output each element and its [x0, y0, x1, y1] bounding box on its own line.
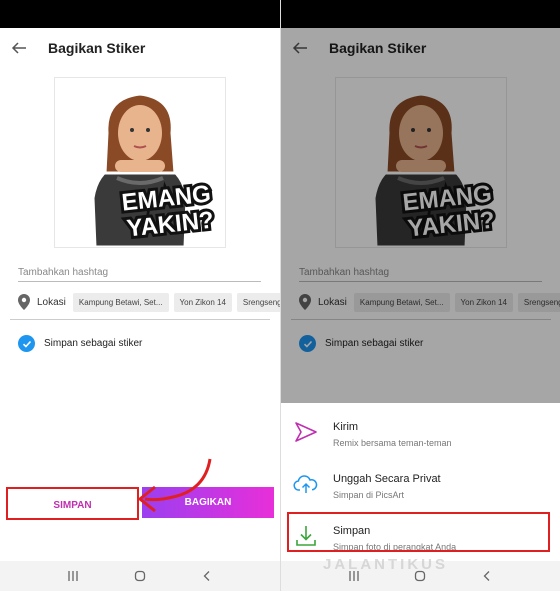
sheet-item-upload-private[interactable]: Unggah Secara Privat Simpan di PicsArt	[281, 463, 560, 511]
home-icon[interactable]	[134, 570, 146, 582]
cloud-upload-icon	[293, 475, 318, 493]
sheet-item-send[interactable]: Kirim Remix bersama teman-teman	[281, 411, 560, 459]
screenshot-composite: Bagikan Stiker EMANG YAKIN? Tambahkan ha…	[0, 0, 560, 591]
sheet-item-title: Unggah Secara Privat	[333, 473, 441, 485]
location-label: Lokasi	[37, 296, 66, 308]
save-as-sticker-option[interactable]: Simpan sebagai stiker	[18, 335, 142, 352]
location-chip[interactable]: Srengseng	[236, 292, 280, 312]
sheet-item-subtitle: Remix bersama teman-teman	[333, 438, 452, 448]
back-nav-icon[interactable]	[201, 570, 213, 582]
location-chip[interactable]: Kampung Betawi, Set...	[72, 292, 169, 312]
watermark: JALANTIKUS	[323, 556, 449, 573]
checkbox-checked-icon[interactable]	[18, 335, 35, 352]
bottom-sheet: Kirim Remix bersama teman-teman Unggah S…	[281, 403, 560, 561]
location-chip[interactable]: Yon Zikon 14	[173, 292, 232, 312]
share-sticker-screen-left: Bagikan Stiker EMANG YAKIN? Tambahkan ha…	[0, 0, 280, 591]
sheet-item-subtitle: Simpan foto di perangkat Anda	[333, 542, 457, 552]
system-nav-bar	[0, 561, 280, 591]
location-pin-icon	[18, 294, 30, 310]
sheet-item-title: Simpan	[333, 525, 371, 537]
sheet-item-subtitle: Simpan di PicsArt	[333, 490, 405, 500]
sheet-item-title: Kirim	[333, 421, 359, 433]
back-nav-icon[interactable]	[481, 570, 493, 582]
divider	[10, 319, 270, 320]
save-button[interactable]: SIMPAN	[6, 487, 139, 520]
save-as-sticker-label: Simpan sebagai stiker	[44, 338, 143, 349]
recent-apps-icon[interactable]	[67, 570, 79, 582]
share-button[interactable]: BAGIKAN	[142, 487, 274, 518]
status-bar	[0, 0, 280, 28]
back-arrow-icon[interactable]	[10, 39, 28, 57]
share-sticker-screen-right: Bagikan Stiker EMANG YAKIN? Tambahkan ha…	[280, 0, 560, 591]
hashtag-input[interactable]: Tambahkan hashtag	[18, 260, 261, 282]
dim-overlay[interactable]	[281, 0, 560, 403]
app-bar: Bagikan Stiker	[0, 28, 280, 68]
sticker-preview: EMANG YAKIN?	[54, 77, 226, 248]
send-icon	[295, 422, 317, 442]
page-title: Bagikan Stiker	[48, 40, 146, 56]
sticker-image: EMANG YAKIN?	[91, 92, 218, 247]
location-row: Lokasi Kampung Betawi, Set... Yon Zikon …	[18, 292, 280, 312]
download-icon	[296, 526, 316, 546]
